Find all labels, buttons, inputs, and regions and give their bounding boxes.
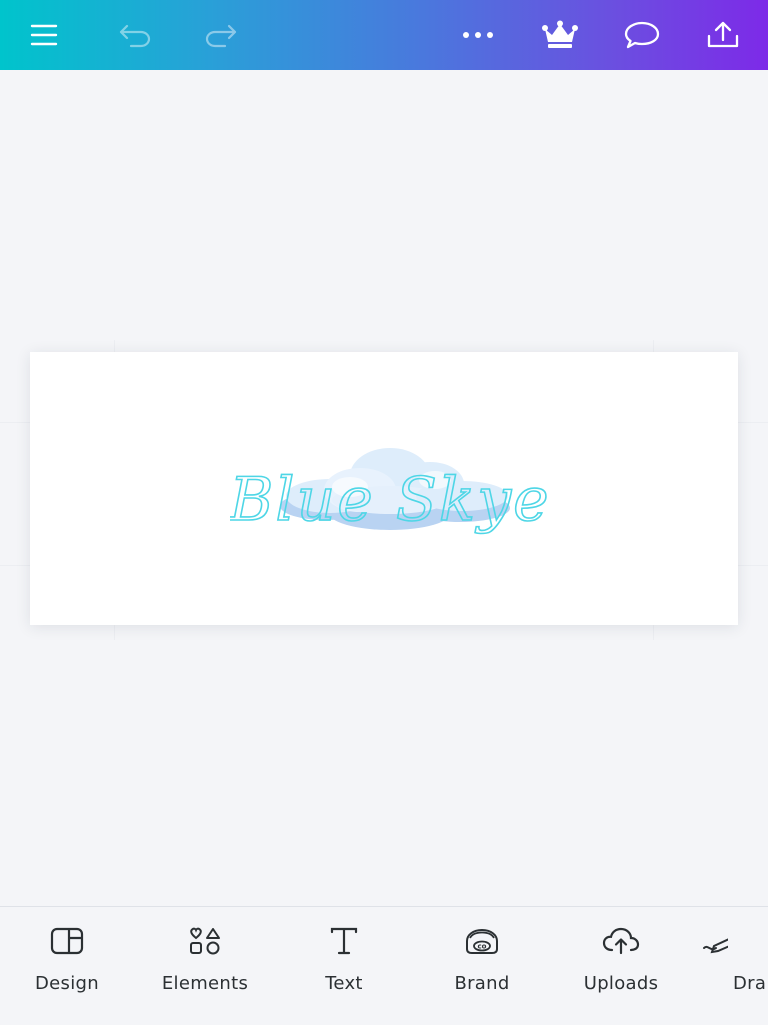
comment-icon [624, 21, 660, 49]
toolbar-item-label: Dra [733, 973, 767, 994]
bottom-toolbar: Design Elements Text co Brand Uploads Dr… [0, 906, 768, 1025]
design-page[interactable]: Blue Skye [30, 352, 738, 625]
toolbar-item-brand[interactable]: co Brand [422, 921, 542, 1013]
svg-text:co: co [478, 943, 487, 951]
uploads-icon [602, 927, 640, 955]
menu-icon [30, 24, 58, 46]
undo-icon [119, 24, 151, 48]
toolbar-item-elements[interactable]: Elements [145, 921, 265, 1013]
toolbar-item-label: Uploads [583, 973, 659, 994]
toolbar-item-draw[interactable]: Dra [700, 921, 768, 1013]
more-icon [463, 32, 493, 38]
crown-icon [542, 20, 578, 48]
toolbar-item-label: Brand [454, 973, 510, 994]
draw-icon [703, 938, 728, 954]
comments-button[interactable] [620, 13, 664, 57]
logo-text: Blue Skye [230, 465, 550, 535]
toolbar-item-uploads[interactable]: Uploads [561, 921, 681, 1013]
more-options-button[interactable] [456, 13, 500, 57]
top-app-bar [0, 0, 768, 70]
toolbar-item-text[interactable]: Text [284, 921, 404, 1013]
share-button[interactable] [701, 13, 745, 57]
toolbar-item-label: Elements [161, 973, 249, 994]
elements-icon [190, 927, 220, 955]
text-icon [330, 927, 358, 955]
premium-button[interactable] [538, 13, 582, 57]
menu-button[interactable] [22, 13, 66, 57]
brand-icon: co [466, 928, 498, 954]
design-workspace[interactable]: Blue Skye [0, 70, 768, 906]
redo-icon [205, 24, 237, 48]
toolbar-item-design[interactable]: Design [7, 921, 127, 1013]
toolbar-item-label: Design [35, 973, 99, 994]
undo-button[interactable] [113, 13, 157, 57]
design-icon [50, 927, 84, 955]
redo-button[interactable] [199, 13, 243, 57]
share-upload-icon [707, 21, 739, 48]
toolbar-item-label: Text [325, 973, 363, 994]
blue-skye-logo[interactable]: Blue Skye [230, 432, 550, 562]
